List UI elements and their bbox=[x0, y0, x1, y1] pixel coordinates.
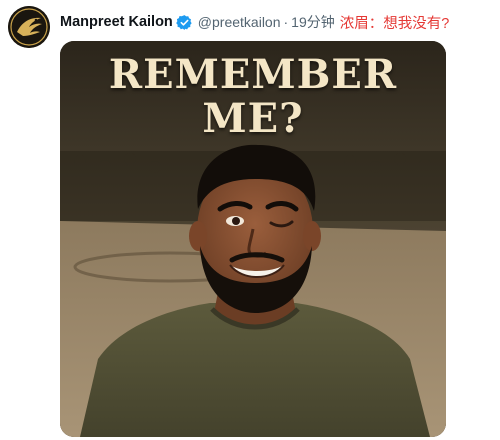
avatar[interactable] bbox=[8, 6, 50, 48]
headline-line-2: ME? bbox=[202, 95, 304, 142]
verified-badge-icon bbox=[176, 14, 193, 31]
user-handle[interactable]: @preetkailon bbox=[198, 14, 281, 30]
tweet-header: Manpreet Kailon @preetkailon · 19分钟 浓眉：想… bbox=[60, 11, 449, 33]
golden-bird-logo-icon bbox=[8, 6, 50, 48]
headline-line-1: REMEMBER bbox=[108, 51, 398, 98]
display-name[interactable]: Manpreet Kailon bbox=[60, 14, 173, 30]
tweet-card: Manpreet Kailon @preetkailon · 19分钟 浓眉：想… bbox=[0, 0, 500, 440]
separator-dot: · bbox=[283, 14, 289, 30]
timestamp[interactable]: 19分钟 bbox=[291, 12, 335, 32]
tweet-text: 浓眉：想我没有? bbox=[339, 15, 450, 32]
tweet-media-image[interactable]: REMEMBER ME? bbox=[60, 41, 446, 437]
